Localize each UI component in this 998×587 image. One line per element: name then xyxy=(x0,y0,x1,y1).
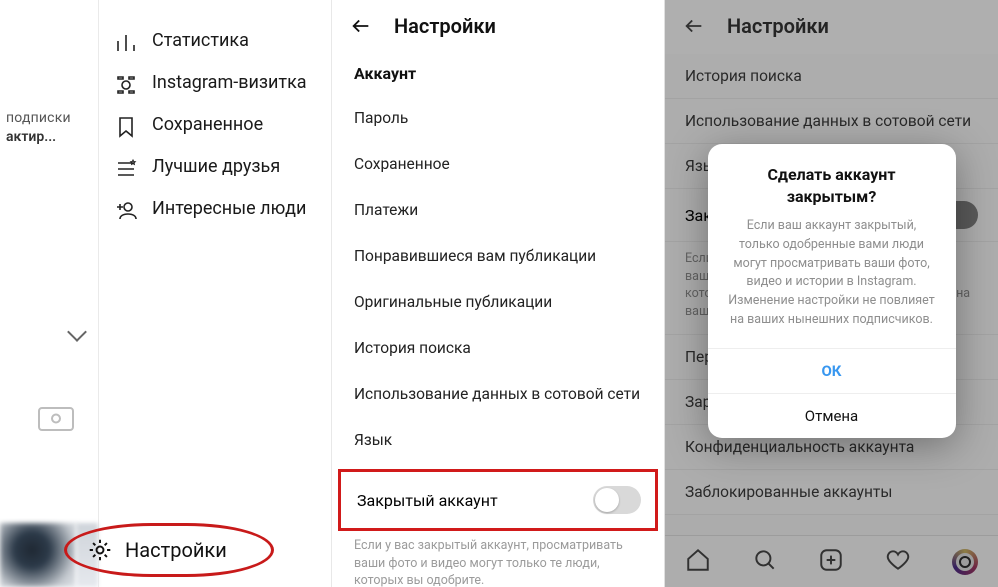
qr-icon xyxy=(113,72,139,98)
profile-left-strip: подписки актир... xyxy=(0,0,98,587)
menu-label: Сохраненное xyxy=(152,114,263,136)
private-account-hint: Если у вас закрытый аккаунт, просматрива… xyxy=(332,531,664,587)
bookmark-icon xyxy=(113,114,139,140)
row-search-history[interactable]: История поиска xyxy=(332,325,664,371)
settings-highlighted[interactable]: Настройки xyxy=(64,523,274,577)
settings-dialog-screen: Настройки История поиска Использование д… xyxy=(665,0,998,587)
dialog-title: Сделать аккаунт закрытым? xyxy=(726,164,938,207)
private-account-highlight: Закрытый аккаунт xyxy=(338,469,658,531)
row-language[interactable]: Язык xyxy=(332,417,664,463)
row-saved[interactable]: Сохраненное xyxy=(332,141,664,187)
back-button[interactable] xyxy=(350,15,372,37)
dialog-ok-button[interactable]: ОК xyxy=(708,348,956,393)
menu-ig-card[interactable]: Instagram-визитка xyxy=(99,64,331,106)
settings-title: Настройки xyxy=(394,14,496,38)
row-private-account: Закрытый аккаунт xyxy=(341,472,655,528)
chart-icon xyxy=(113,30,139,56)
menu-best-friends[interactable]: Лучшие друзья xyxy=(99,148,331,190)
section-account: Аккаунт xyxy=(332,54,664,95)
menu-stats[interactable]: Статистика xyxy=(99,22,331,64)
chevron-down-icon[interactable] xyxy=(67,322,87,342)
subscriptions-label: подписки xyxy=(6,110,98,126)
id-card-icon xyxy=(38,407,74,431)
menu-label: Статистика xyxy=(152,30,249,52)
profile-sublabels: подписки актир... xyxy=(0,0,98,515)
row-liked[interactable]: Понравившиеся вам публикации xyxy=(332,233,664,279)
dialog-cancel-button[interactable]: Отмена xyxy=(708,393,956,438)
profile-menu-list: Статистика Instagram-визитка Сохраненное… xyxy=(98,0,331,587)
add-person-icon xyxy=(113,198,139,224)
menu-label: Интересные люди xyxy=(152,198,306,220)
private-account-label: Закрытый аккаунт xyxy=(357,491,498,510)
menu-interesting-people[interactable]: Интересные люди xyxy=(99,190,331,232)
row-password[interactable]: Пароль xyxy=(332,95,664,141)
row-cellular-data[interactable]: Использование данных в сотовой сети xyxy=(332,371,664,417)
menu-label: Instagram-визитка xyxy=(152,72,307,94)
confirm-private-dialog: Сделать аккаунт закрытым? Если ваш аккау… xyxy=(708,144,956,438)
menu-label: Лучшие друзья xyxy=(152,156,280,178)
edit-label[interactable]: актир... xyxy=(6,129,98,145)
row-original[interactable]: Оригинальные публикации xyxy=(332,279,664,325)
settings-screen: Настройки Аккаунт Пароль Сохраненное Пла… xyxy=(332,0,665,587)
profile-menu-panel: подписки актир... Статистика Instagram-в… xyxy=(0,0,332,587)
private-account-toggle[interactable] xyxy=(593,486,641,514)
settings-label: Настройки xyxy=(125,538,227,562)
menu-saved[interactable]: Сохраненное xyxy=(99,106,331,148)
dialog-message: Если ваш аккаунт закрытый, только одобре… xyxy=(726,217,938,330)
row-payments[interactable]: Платежи xyxy=(332,187,664,233)
settings-header: Настройки xyxy=(332,0,664,54)
list-star-icon xyxy=(113,156,139,182)
gear-icon xyxy=(87,537,113,563)
